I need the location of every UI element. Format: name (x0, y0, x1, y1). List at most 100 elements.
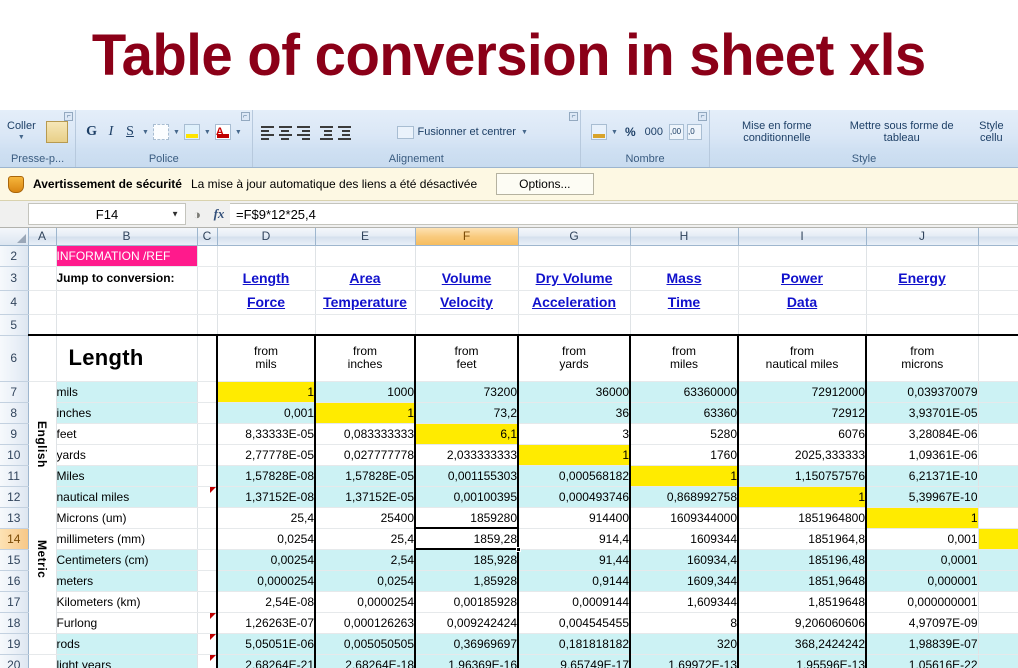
borders-icon[interactable] (152, 124, 169, 140)
cell-c13[interactable] (197, 507, 218, 529)
cell-g15[interactable]: 91,44 (517, 549, 631, 571)
format-painter-icon[interactable] (46, 121, 69, 143)
unit-label-17[interactable]: Kilometers (km) (56, 591, 198, 613)
cell-f12[interactable]: 0,00100395 (414, 486, 519, 508)
cell-f16[interactable]: 1,85928 (414, 570, 519, 592)
cell-j11[interactable]: 6,21371E-10 (865, 465, 979, 487)
cell-c16[interactable] (197, 570, 218, 592)
link-time[interactable]: Time (630, 290, 739, 315)
row-header-18[interactable]: 18 (0, 612, 29, 634)
cell-f17[interactable]: 0,00185928 (414, 591, 519, 613)
cell-j5[interactable] (866, 314, 979, 336)
row-header-5[interactable]: 5 (0, 314, 29, 336)
cell-f20[interactable]: 1,96369E-16 (414, 654, 519, 668)
cell-e10[interactable]: 0,027777778 (314, 444, 416, 466)
cell-i7[interactable]: 72912000 (737, 381, 867, 403)
cell-j16[interactable]: 0,000001 (865, 570, 979, 592)
cell-f18[interactable]: 0,009242424 (414, 612, 519, 634)
row-header-15[interactable]: 15 (0, 549, 29, 571)
cell-d13[interactable]: 25,4 (216, 507, 316, 529)
cell-j2[interactable] (866, 245, 979, 267)
cell-i18[interactable]: 9,206060606 (737, 612, 867, 634)
cell-d12[interactable]: 1,37152E-08 (216, 486, 316, 508)
cell-g2[interactable] (518, 245, 631, 267)
cell-j12[interactable]: 5,39967E-10 (865, 486, 979, 508)
cell-c2[interactable] (197, 245, 218, 267)
cell-a6[interactable] (28, 334, 57, 382)
link-blank[interactable] (866, 290, 979, 315)
cell-a4[interactable] (28, 290, 57, 315)
cell-c15[interactable] (197, 549, 218, 571)
cell-d5[interactable] (217, 314, 316, 336)
cell-e13[interactable]: 25400 (314, 507, 416, 529)
cell-j19[interactable]: 1,98839E-07 (865, 633, 979, 655)
link-length[interactable]: Length (217, 266, 316, 291)
cell-e12[interactable]: 1,37152E-05 (314, 486, 416, 508)
column-header-h[interactable]: H (630, 228, 739, 246)
align-center-icon[interactable] (278, 125, 293, 140)
cell-h16[interactable]: 1609,344 (629, 570, 739, 592)
cell-d9[interactable]: 8,33333E-05 (216, 423, 316, 445)
unit-label-19[interactable]: rods (56, 633, 198, 655)
cell-f7[interactable]: 73200 (414, 381, 519, 403)
cell-g14[interactable]: 914,4 (517, 528, 631, 550)
cell-c10[interactable] (197, 444, 218, 466)
column-header-c[interactable]: C (197, 228, 218, 246)
format-as-table-button[interactable]: Mettre sous forme de tableau (846, 120, 958, 144)
comment-marker-18[interactable] (197, 612, 218, 634)
cell-h14[interactable]: 1609344 (629, 528, 739, 550)
cell-f15[interactable]: 185,928 (414, 549, 519, 571)
cell-h20[interactable]: 1,69972E-13 (629, 654, 739, 668)
cell-h7[interactable]: 63360000 (629, 381, 739, 403)
cell-e2[interactable] (315, 245, 416, 267)
unit-label-10[interactable]: yards (56, 444, 198, 466)
cell-e20[interactable]: 2,68264E-18 (314, 654, 416, 668)
link-data[interactable]: Data (738, 290, 867, 315)
cell-k14[interactable] (978, 528, 1018, 550)
cell-j7[interactable]: 0,039370079 (865, 381, 979, 403)
cell-g7[interactable]: 36000 (517, 381, 631, 403)
cell-g9[interactable]: 3 (517, 423, 631, 445)
accounting-format-icon[interactable] (591, 124, 608, 140)
conditional-formatting-button[interactable]: Mise en forme conditionnelle (722, 120, 832, 144)
cell-k18[interactable] (978, 612, 1018, 634)
cell-i19[interactable]: 368,2424242 (737, 633, 867, 655)
cell-k9[interactable] (978, 423, 1018, 445)
decrease-indent-icon[interactable] (319, 125, 334, 140)
cell-g8[interactable]: 36 (517, 402, 631, 424)
cell-i5[interactable] (738, 314, 867, 336)
cell-a5[interactable] (28, 314, 57, 336)
link-volume[interactable]: Volume (415, 266, 519, 291)
unit-label-12[interactable]: nautical miles (56, 486, 198, 508)
cell-d19[interactable]: 5,05051E-06 (216, 633, 316, 655)
italic-button[interactable]: I (103, 122, 119, 142)
cell-a3[interactable] (28, 266, 57, 291)
cell-d17[interactable]: 2,54E-08 (216, 591, 316, 613)
cell-i2[interactable] (738, 245, 867, 267)
unit-label-18[interactable]: Furlong (56, 612, 198, 634)
cell-k19[interactable] (978, 633, 1018, 655)
cell-i15[interactable]: 185196,48 (737, 549, 867, 571)
cell-d18[interactable]: 1,26263E-07 (216, 612, 316, 634)
cell-j17[interactable]: 0,000000001 (865, 591, 979, 613)
cell-h12[interactable]: 0,868992758 (629, 486, 739, 508)
column-header-d[interactable]: D (217, 228, 316, 246)
cell-g10[interactable]: 1 (517, 444, 631, 466)
cell-e14[interactable]: 25,4 (314, 528, 416, 550)
merge-chevron-down-icon[interactable]: ▼ (520, 129, 529, 136)
cell-c14[interactable] (197, 528, 218, 550)
percent-style-button[interactable]: % (622, 122, 639, 142)
row-header-3[interactable]: 3 (0, 266, 29, 291)
cell-h19[interactable]: 320 (629, 633, 739, 655)
cell-j13[interactable]: 1 (865, 507, 979, 529)
row-header-6[interactable]: 6 (0, 335, 29, 382)
increase-decimal-icon[interactable]: ,00 (669, 124, 684, 140)
row-header-7[interactable]: 7 (0, 381, 29, 403)
unit-label-20[interactable]: light years (56, 654, 198, 668)
increase-indent-icon[interactable] (337, 125, 352, 140)
cell-c7[interactable] (197, 381, 218, 403)
clipboard-dialog-launcher-icon[interactable]: ⌐ (64, 112, 74, 121)
cell-b5[interactable] (56, 314, 198, 336)
cell-h11[interactable]: 1 (629, 465, 739, 487)
underline-chevron-down-icon[interactable]: ▼ (141, 129, 150, 136)
